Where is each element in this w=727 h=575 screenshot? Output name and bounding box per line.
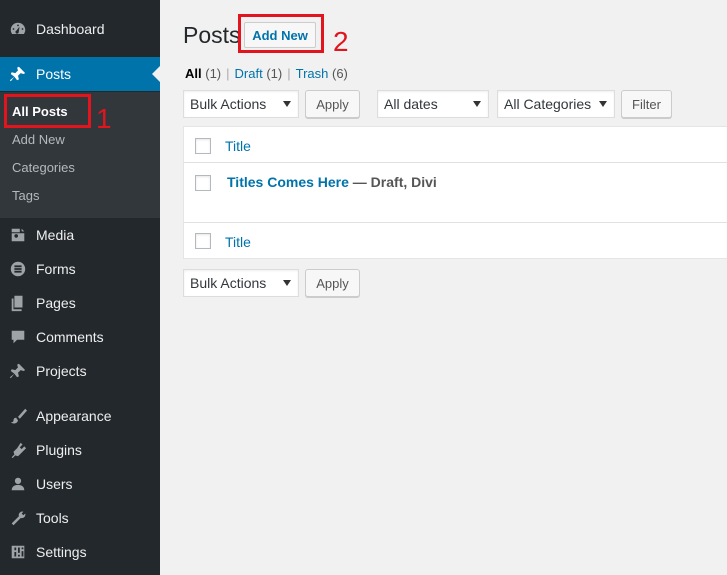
menu-label: Dashboard [36, 21, 105, 37]
menu-label: Users [36, 476, 73, 492]
filter-all-link[interactable]: All [185, 66, 202, 81]
title-column-header[interactable]: Title [225, 138, 251, 154]
admin-sidebar: Dashboard Posts All Posts Add New Catego… [0, 0, 160, 575]
categories-filter-select[interactable]: All Categories [497, 90, 615, 118]
row-divider [184, 222, 727, 223]
filter-draft-link[interactable]: Draft [235, 66, 263, 81]
filter-button[interactable]: Filter [621, 90, 672, 118]
chevron-down-icon [283, 280, 291, 286]
brush-icon [0, 407, 36, 425]
chevron-down-icon [473, 101, 481, 107]
table-row: Titles Comes Here — Draft, Divi [227, 174, 437, 190]
comments-icon [0, 328, 36, 346]
all-count: (1) [205, 66, 222, 81]
menu-item-appearance[interactable]: Appearance [0, 399, 160, 433]
menu-item-plugins[interactable]: Plugins [0, 433, 160, 467]
filter-separator: | [287, 66, 291, 81]
pages-icon [0, 294, 36, 312]
annotation-number-2: 2 [333, 26, 349, 57]
select-all-checkbox[interactable] [195, 138, 211, 154]
users-icon [0, 475, 36, 493]
submenu-add-new[interactable]: Add New [12, 132, 65, 147]
menu-label: Comments [36, 329, 104, 345]
menu-item-comments[interactable]: Comments [0, 320, 160, 354]
menu-item-dashboard[interactable]: Dashboard [0, 12, 160, 46]
menu-label: Forms [36, 261, 76, 277]
post-status-filters: All (1) | Draft (1) | Trash (6) [185, 66, 348, 81]
post-title-link[interactable]: Titles Comes Here [227, 174, 349, 190]
menu-label: Tools [36, 510, 69, 526]
dashboard-icon [0, 20, 36, 38]
menu-label: Plugins [36, 442, 82, 458]
row-divider [184, 162, 727, 163]
menu-label: Pages [36, 295, 76, 311]
title-column-footer[interactable]: Title [225, 234, 251, 250]
menu-item-posts[interactable]: Posts [0, 57, 160, 91]
menu-item-pages[interactable]: Pages [0, 286, 160, 320]
posts-table: Title Titles Comes Here — Draft, Divi Ti… [183, 126, 727, 259]
annotation-box-all-posts [4, 94, 91, 128]
select-all-checkbox-footer[interactable] [195, 233, 211, 249]
menu-label: Appearance [36, 408, 112, 424]
submenu-categories[interactable]: Categories [12, 160, 75, 175]
chevron-down-icon [283, 101, 291, 107]
annotation-box-add-new [238, 14, 324, 53]
pushpin-icon [0, 362, 36, 380]
annotation-number-1: 1 [96, 103, 112, 134]
filter-separator: | [226, 66, 230, 81]
settings-icon [0, 543, 36, 561]
filter-trash-link[interactable]: Trash [296, 66, 329, 81]
wrench-icon [0, 509, 36, 527]
apply-button-bottom[interactable]: Apply [305, 269, 360, 297]
submenu-tags[interactable]: Tags [12, 188, 39, 203]
media-icon [0, 226, 36, 244]
menu-item-tools[interactable]: Tools [0, 501, 160, 535]
menu-label: Posts [36, 66, 72, 82]
row-checkbox[interactable] [195, 175, 211, 191]
pushpin-icon [0, 65, 36, 83]
bulk-actions-value: Bulk Actions [190, 275, 267, 291]
forms-icon [0, 260, 36, 278]
dates-value: All dates [384, 96, 438, 112]
menu-item-projects[interactable]: Projects [0, 354, 160, 388]
chevron-down-icon [599, 101, 607, 107]
draft-count: (1) [266, 66, 283, 81]
menu-label: Projects [36, 363, 87, 379]
current-menu-arrow [152, 66, 160, 82]
page-title: Posts [183, 22, 241, 48]
menu-item-users[interactable]: Users [0, 467, 160, 501]
bulk-actions-select-bottom[interactable]: Bulk Actions [183, 269, 299, 297]
plugin-icon [0, 441, 36, 459]
trash-count: (6) [331, 66, 348, 81]
post-state: — Draft, Divi [352, 174, 437, 190]
dates-filter-select[interactable]: All dates [377, 90, 489, 118]
categories-value: All Categories [504, 96, 592, 112]
menu-label: Media [36, 227, 75, 243]
menu-item-forms[interactable]: Forms [0, 252, 160, 286]
apply-button-top[interactable]: Apply [305, 90, 360, 118]
bulk-actions-select-top[interactable]: Bulk Actions [183, 90, 299, 118]
menu-label: Settings [36, 544, 87, 560]
bulk-actions-value: Bulk Actions [190, 96, 267, 112]
menu-item-media[interactable]: Media [0, 218, 160, 252]
menu-item-settings[interactable]: Settings [0, 535, 160, 569]
